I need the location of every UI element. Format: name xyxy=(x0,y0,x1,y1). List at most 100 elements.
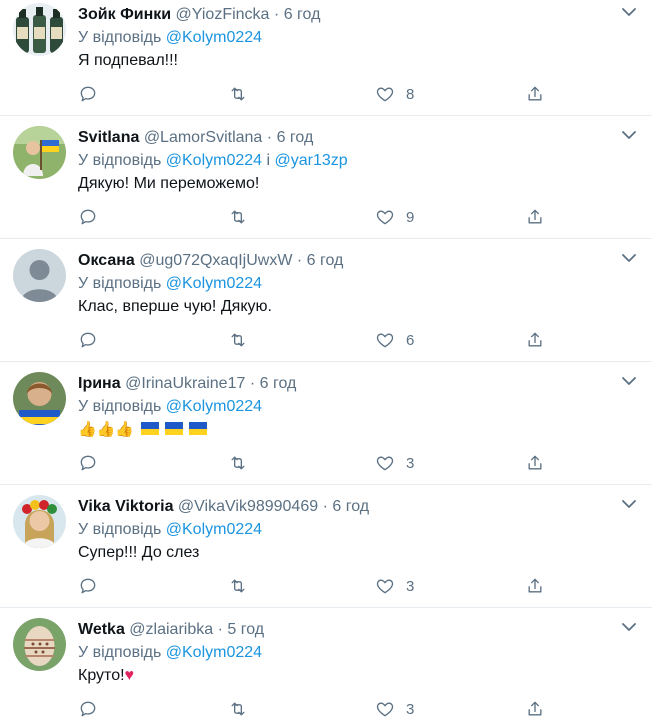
avatar[interactable] xyxy=(13,618,66,671)
action-bar: 3 xyxy=(78,453,548,475)
like-count: 8 xyxy=(406,85,415,103)
display-name[interactable]: Vika Viktoria xyxy=(78,498,173,515)
reply-line: У відповідь @Kolym0224 xyxy=(78,28,612,48)
thumbs-up-emoji: 👍 xyxy=(115,421,135,438)
reply-button[interactable] xyxy=(78,699,98,719)
mention-link[interactable]: @yar13zp xyxy=(275,152,348,169)
user-handle[interactable]: @LamorSvitlana xyxy=(144,129,263,146)
reply-line: У відповідь @Kolym0224 xyxy=(78,520,612,540)
chevron-down-icon[interactable] xyxy=(622,254,636,263)
tweet-content: Зойк Финки @YiozFincka · 6 год У відпові… xyxy=(78,5,612,71)
chevron-down-icon[interactable] xyxy=(622,377,636,386)
reply-button[interactable] xyxy=(78,84,98,104)
like-button[interactable]: 3 xyxy=(375,699,414,719)
tweet-text: Круто!♥ xyxy=(78,666,612,686)
like-button[interactable]: 8 xyxy=(375,84,414,104)
like-button[interactable]: 6 xyxy=(375,330,414,350)
timestamp[interactable]: 5 год xyxy=(227,621,264,638)
tweet[interactable]: Ірина @IrinaUkraine17 · 6 год У відповід… xyxy=(0,362,652,485)
separator-dot: · xyxy=(273,6,280,23)
like-icon xyxy=(376,702,394,717)
display-name[interactable]: Зойк Финки xyxy=(78,6,171,23)
separator-dot: · xyxy=(266,129,273,146)
user-handle[interactable]: @IrinaUkraine17 xyxy=(125,375,245,392)
chevron-down-icon[interactable] xyxy=(622,623,636,632)
tweet[interactable]: Svitlana @LamorSvitlana · 6 год У відпов… xyxy=(0,116,652,239)
reply-conjunction: і xyxy=(266,152,271,169)
separator-dot: · xyxy=(249,375,256,392)
action-bar: 9 xyxy=(78,207,548,229)
share-button[interactable] xyxy=(525,330,545,350)
tweet-header: Wetka @zlaiaribka · 5 год xyxy=(78,620,612,640)
tweet-content: Vika Viktoria @VikaVik98990469 · 6 год У… xyxy=(78,497,612,563)
like-button[interactable]: 3 xyxy=(375,453,414,473)
reply-button[interactable] xyxy=(78,207,98,227)
share-button[interactable] xyxy=(525,699,545,719)
tweet[interactable]: Vika Viktoria @VikaVik98990469 · 6 год У… xyxy=(0,485,652,608)
reply-icon xyxy=(80,209,96,225)
timestamp[interactable]: 6 год xyxy=(260,375,297,392)
timestamp[interactable]: 6 год xyxy=(277,129,314,146)
mention-link[interactable]: @Kolym0224 xyxy=(166,275,262,292)
user-handle[interactable]: @zlaiaribka xyxy=(129,621,213,638)
avatar[interactable] xyxy=(13,3,66,56)
like-icon xyxy=(376,579,394,594)
timestamp[interactable]: 6 год xyxy=(332,498,369,515)
retweet-icon xyxy=(231,333,245,347)
reply-button[interactable] xyxy=(78,330,98,350)
mention-link[interactable]: @Kolym0224 xyxy=(166,398,262,415)
reply-prefix: У відповідь xyxy=(78,521,162,538)
retweet-button[interactable] xyxy=(228,330,248,350)
reply-button[interactable] xyxy=(78,453,98,473)
chevron-down-icon[interactable] xyxy=(622,8,636,17)
display-name[interactable]: Ірина xyxy=(78,375,121,392)
avatar[interactable] xyxy=(13,126,66,179)
mention-link[interactable]: @Kolym0224 xyxy=(166,644,262,661)
tweet-header: Ірина @IrinaUkraine17 · 6 год xyxy=(78,374,612,394)
like-icon xyxy=(376,87,394,102)
share-button[interactable] xyxy=(525,453,545,473)
tweet-text: Супер!!! До слез xyxy=(78,544,200,561)
share-icon xyxy=(528,332,542,347)
chevron-down-icon[interactable] xyxy=(622,131,636,140)
display-name[interactable]: Svitlana xyxy=(78,129,139,146)
like-button[interactable]: 9 xyxy=(375,207,414,227)
like-button[interactable]: 3 xyxy=(375,576,414,596)
mention-link[interactable]: @Kolym0224 xyxy=(166,152,262,169)
user-handle[interactable]: @YiozFincka xyxy=(176,6,270,23)
tweet[interactable]: Оксана @ug072QxaqIjUwxW · 6 год У відпов… xyxy=(0,239,652,362)
share-button[interactable] xyxy=(525,576,545,596)
user-handle[interactable]: @ug072QxaqIjUwxW xyxy=(139,252,292,269)
chevron-down-icon[interactable] xyxy=(622,500,636,509)
timestamp[interactable]: 6 год xyxy=(284,6,321,23)
tweet[interactable]: Зойк Финки @YiozFincka · 6 год У відпові… xyxy=(0,0,652,116)
retweet-button[interactable] xyxy=(228,453,248,473)
user-handle[interactable]: @VikaVik98990469 xyxy=(178,498,318,515)
reply-button[interactable] xyxy=(78,576,98,596)
timestamp[interactable]: 6 год xyxy=(307,252,344,269)
avatar[interactable] xyxy=(13,249,66,302)
retweet-button[interactable] xyxy=(228,84,248,104)
tweet-header: Svitlana @LamorSvitlana · 6 год xyxy=(78,128,612,148)
share-button[interactable] xyxy=(525,84,545,104)
ukraine-flag-emoji xyxy=(140,422,159,435)
display-name[interactable]: Оксана xyxy=(78,252,135,269)
retweet-button[interactable] xyxy=(228,207,248,227)
reply-feed: Зойк Финки @YiozFincka · 6 год У відпові… xyxy=(0,0,652,725)
tweet[interactable]: Wetka @zlaiaribka · 5 год У відповідь @K… xyxy=(0,608,652,725)
retweet-icon xyxy=(231,456,245,470)
share-button[interactable] xyxy=(525,207,545,227)
display-name[interactable]: Wetka xyxy=(78,621,125,638)
retweet-button[interactable] xyxy=(228,699,248,719)
mention-link[interactable]: @Kolym0224 xyxy=(166,29,262,46)
separator-dot: · xyxy=(217,621,223,638)
share-icon xyxy=(528,701,542,716)
action-bar: 3 xyxy=(78,699,548,721)
tweet-content: Svitlana @LamorSvitlana · 6 год У відпов… xyxy=(78,128,612,194)
avatar[interactable] xyxy=(13,495,66,548)
retweet-button[interactable] xyxy=(228,576,248,596)
like-icon xyxy=(376,210,394,225)
separator-dot: · xyxy=(296,252,303,269)
avatar[interactable] xyxy=(13,372,66,425)
mention-link[interactable]: @Kolym0224 xyxy=(166,521,262,538)
